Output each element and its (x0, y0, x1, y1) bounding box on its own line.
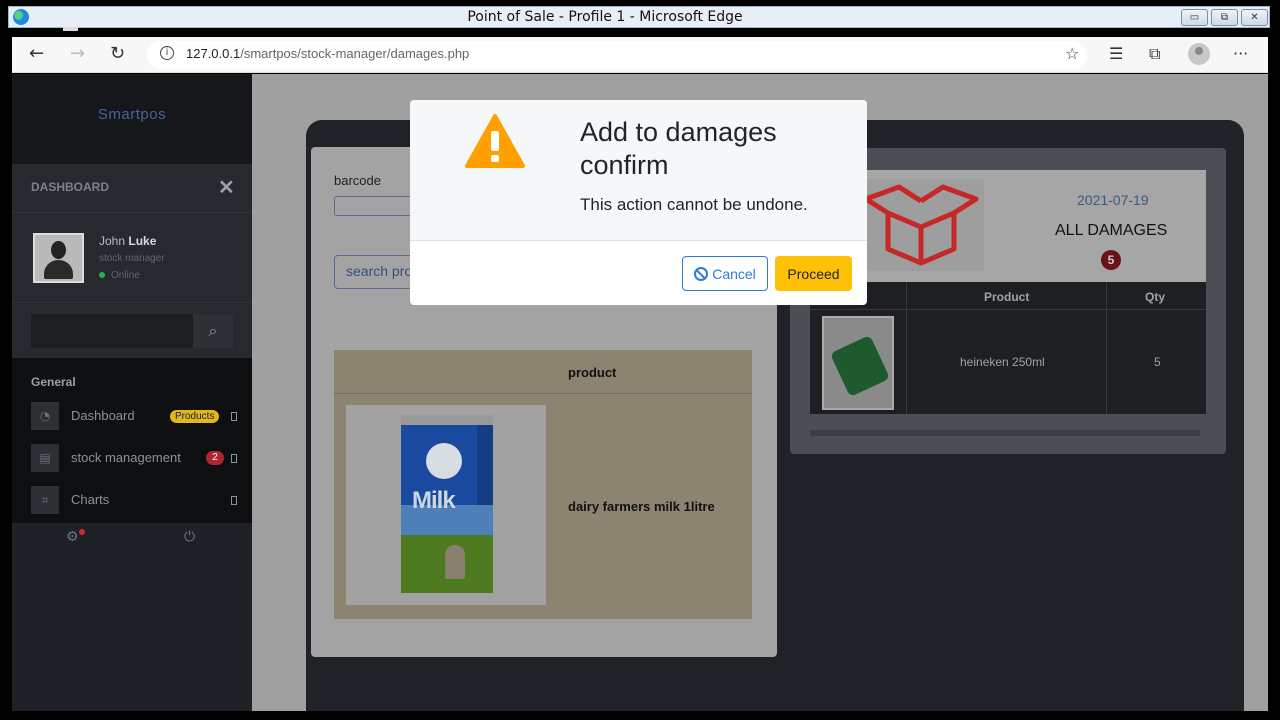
horizontal-scrollbar[interactable] (810, 430, 1200, 436)
site-info-icon[interactable]: i (160, 46, 174, 60)
profile-avatar-icon[interactable] (1188, 43, 1210, 65)
dialog-text: This action cannot be undone. (580, 195, 808, 214)
carton-figure (445, 545, 465, 579)
dashboard-title: DASHBOARD (31, 180, 109, 194)
expand-icon (231, 496, 237, 505)
dashboard-icon: ◔ (31, 402, 59, 430)
barcode-input[interactable] (334, 196, 414, 216)
dialog-title: Add to damages confirm (580, 117, 777, 180)
tab-strip-right (276, 28, 1006, 37)
damages-count-badge: 5 (1101, 250, 1121, 270)
sidebar-item-label: stock management (71, 450, 181, 465)
product-column-header: product (568, 365, 617, 380)
user-avatar (33, 233, 84, 283)
window-titlebar: Point of Sale - Profile 1 - Microsoft Ed… (0, 0, 1280, 37)
damages-table: Product Qty heineken 250ml 5 (810, 282, 1206, 414)
cancel-label: Cancel (712, 265, 756, 282)
product-image[interactable]: Milk (346, 405, 546, 605)
sidebar-footer: ⚙ ⏻ (12, 523, 252, 553)
barcode-label: barcode (334, 173, 381, 188)
sidebar-item-charts[interactable]: ⌗ Charts (31, 486, 241, 514)
expand-icon (231, 412, 237, 421)
brand-name[interactable]: Smartpos (12, 106, 252, 123)
damages-date: 2021-07-19 (1077, 192, 1149, 208)
column-divider (906, 282, 907, 414)
damage-product-name: heineken 250ml (960, 355, 1045, 369)
favorites-icon[interactable]: ☰ (1109, 44, 1123, 63)
sidebar-search-input[interactable] (31, 314, 193, 348)
sidebar: Smartpos DASHBOARD ✕ John Luke stock man… (12, 74, 252, 711)
milk-lettering: Milk (412, 487, 456, 514)
qty-header: Qty (1145, 290, 1166, 304)
forward-icon[interactable]: → (70, 43, 85, 64)
brand-area: Smartpos (12, 74, 252, 164)
window-controls: ▭ ⧉ ✕ (1181, 9, 1268, 26)
minimize-button[interactable]: ▭ (1181, 9, 1208, 26)
sidebar-search: ⌕ (12, 302, 252, 358)
sidebar-item-dashboard[interactable]: ◔ Dashboard Products (31, 402, 241, 430)
dialog-body: Add to damages confirm This action canno… (410, 100, 867, 241)
beer-can (829, 334, 891, 398)
sidebar-item-label: Dashboard (71, 408, 135, 423)
damages-table-header: Product Qty (810, 282, 1206, 310)
product-table: product Milk dairy farmers milk 1litre (334, 350, 752, 619)
user-role: stock manager (99, 253, 165, 264)
url-host: 127.0.0.1 (186, 46, 241, 61)
warning-icon (465, 114, 525, 168)
refresh-icon[interactable]: ↻ (110, 43, 125, 64)
browser-toolbar: ← → ↻ i 127.0.0.1/smartpos/stock-manager… (12, 37, 1268, 73)
url-path: /smartpos/stock-manager/damages.php (240, 46, 470, 61)
sidebar-menu: General ◔ Dashboard Products ▤ stock man… (12, 358, 252, 523)
cancel-button[interactable]: Cancel (682, 256, 768, 291)
power-icon[interactable]: ⏻ (184, 529, 195, 545)
more-menu-icon[interactable]: ··· (1233, 44, 1248, 63)
search-icon[interactable]: ⌕ (193, 314, 233, 348)
product-name: dairy farmers milk 1litre (568, 499, 715, 514)
url-text[interactable]: 127.0.0.1/smartpos/stock-manager/damages… (186, 46, 469, 61)
chart-icon: ⌗ (31, 486, 59, 514)
settings-icon[interactable]: ⚙ (66, 529, 79, 545)
tab-strip-left (63, 27, 78, 31)
damage-qty: 5 (1154, 355, 1161, 369)
back-icon[interactable]: ← (29, 43, 44, 64)
close-sidebar-icon[interactable]: ✕ (218, 175, 235, 200)
products-badge: Products (170, 410, 220, 423)
damages-summary-card: 2021-07-19 ALL DAMAGES 5 (810, 170, 1206, 282)
notification-dot (79, 529, 85, 535)
user-status: Online (99, 270, 140, 281)
close-window-button[interactable]: ✕ (1241, 9, 1268, 26)
collections-icon[interactable]: ⧉ (1149, 44, 1160, 64)
sidebar-item-stock-management[interactable]: ▤ stock management 2 (31, 444, 241, 472)
dairy-farmers-logo (426, 443, 462, 479)
dashboard-header: DASHBOARD ✕ (12, 164, 252, 212)
user-last-name: Luke (128, 234, 157, 248)
user-first-name: John (99, 234, 126, 248)
stock-badge: 2 (206, 451, 224, 465)
expand-icon (231, 454, 237, 463)
menu-header: General (31, 375, 76, 389)
user-panel: John Luke stock manager Online (12, 212, 252, 302)
stock-icon: ▤ (31, 444, 59, 472)
user-name: John Luke (99, 234, 156, 248)
ban-icon (694, 266, 709, 281)
product-table-header: product (334, 350, 752, 394)
open-box-icon (858, 179, 984, 271)
add-favorite-icon[interactable]: ☆ (1065, 44, 1079, 63)
restore-button[interactable]: ⧉ (1211, 9, 1238, 26)
heineken-thumbnail[interactable] (822, 316, 894, 410)
search-products-button[interactable]: search products (334, 255, 414, 289)
damages-title: ALL DAMAGES (1055, 222, 1168, 239)
confirm-dialog: Add to damages confirm This action canno… (410, 100, 867, 305)
column-divider (1106, 282, 1107, 414)
window-title: Point of Sale - Profile 1 - Microsoft Ed… (467, 9, 743, 25)
proceed-button[interactable]: Proceed (775, 256, 852, 291)
sidebar-item-label: Charts (71, 492, 110, 507)
product-header: Product (984, 290, 1030, 304)
